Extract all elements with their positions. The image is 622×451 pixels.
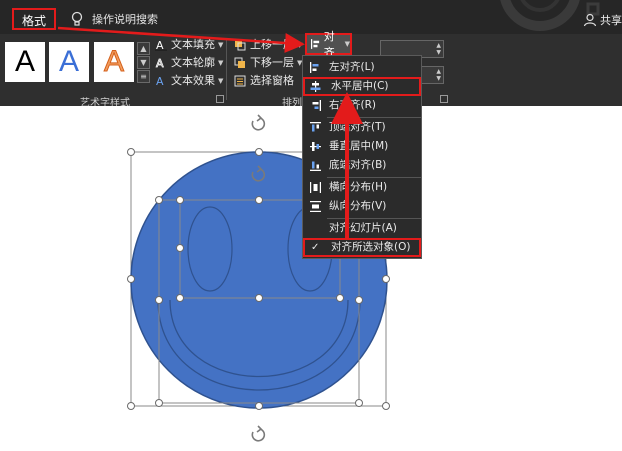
arrow-to-align-button [57,26,305,53]
annotation-arrows [57,26,363,240]
